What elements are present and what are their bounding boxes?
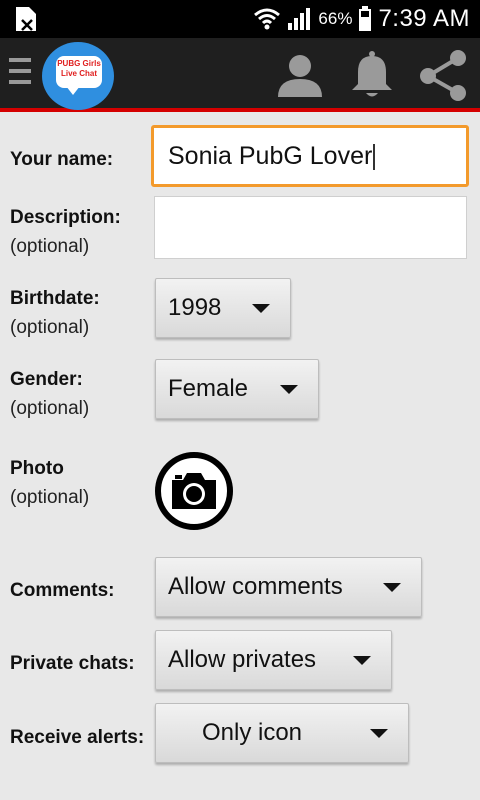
name-input[interactable]: Sonia PubG Lover: [151, 125, 469, 187]
private-chats-dropdown[interactable]: Allow privates: [155, 630, 392, 690]
text-caret: [373, 144, 376, 171]
comments-value: Allow comments: [168, 573, 343, 600]
sim-icon: [16, 7, 36, 31]
signal-icon: [288, 8, 311, 30]
chevron-down-icon: [383, 583, 401, 592]
gender-label: Gender: (optional): [10, 369, 90, 419]
private-chats-label: Private chats:: [10, 653, 135, 674]
battery-percent: 66%: [318, 9, 353, 28]
clock: 7:39 AM: [378, 5, 470, 32]
name-label: Your name:: [10, 149, 114, 170]
status-bar: 66% 7:39 AM: [0, 0, 480, 38]
photo-picker[interactable]: [155, 452, 233, 530]
wifi-icon: [254, 8, 281, 30]
private-chats-value: Allow privates: [168, 646, 317, 673]
logo-text: PUBG Girls Live Chat: [56, 56, 102, 88]
chevron-down-icon: [370, 729, 388, 738]
chevron-down-icon: [353, 656, 371, 665]
description-label: Description: (optional): [10, 207, 121, 257]
menu-icon[interactable]: [9, 58, 31, 88]
gender-dropdown[interactable]: Female: [155, 359, 319, 419]
birthdate-label: Birthdate: (optional): [10, 288, 100, 338]
chevron-down-icon: [280, 385, 298, 394]
receive-alerts-label: Receive alerts:: [10, 727, 145, 748]
camera-icon: [172, 473, 216, 509]
profile-icon[interactable]: [274, 48, 326, 102]
bell-icon[interactable]: [346, 48, 398, 102]
comments-label: Comments:: [10, 580, 115, 601]
photo-label: Photo (optional): [10, 458, 90, 508]
receive-alerts-dropdown[interactable]: Only icon: [155, 703, 409, 763]
gender-value: Female: [168, 375, 249, 402]
chevron-down-icon: [252, 304, 270, 313]
comments-dropdown[interactable]: Allow comments: [155, 557, 422, 617]
description-input[interactable]: [154, 196, 467, 259]
birthdate-value: 1998: [168, 294, 222, 321]
birthdate-dropdown[interactable]: 1998: [155, 278, 291, 338]
receive-alerts-value: Only icon: [201, 719, 303, 746]
app-logo[interactable]: PUBG Girls Live Chat: [42, 42, 114, 110]
name-value: Sonia PubG Lover: [168, 142, 373, 170]
share-icon[interactable]: [418, 48, 470, 102]
battery-icon: [359, 6, 372, 31]
